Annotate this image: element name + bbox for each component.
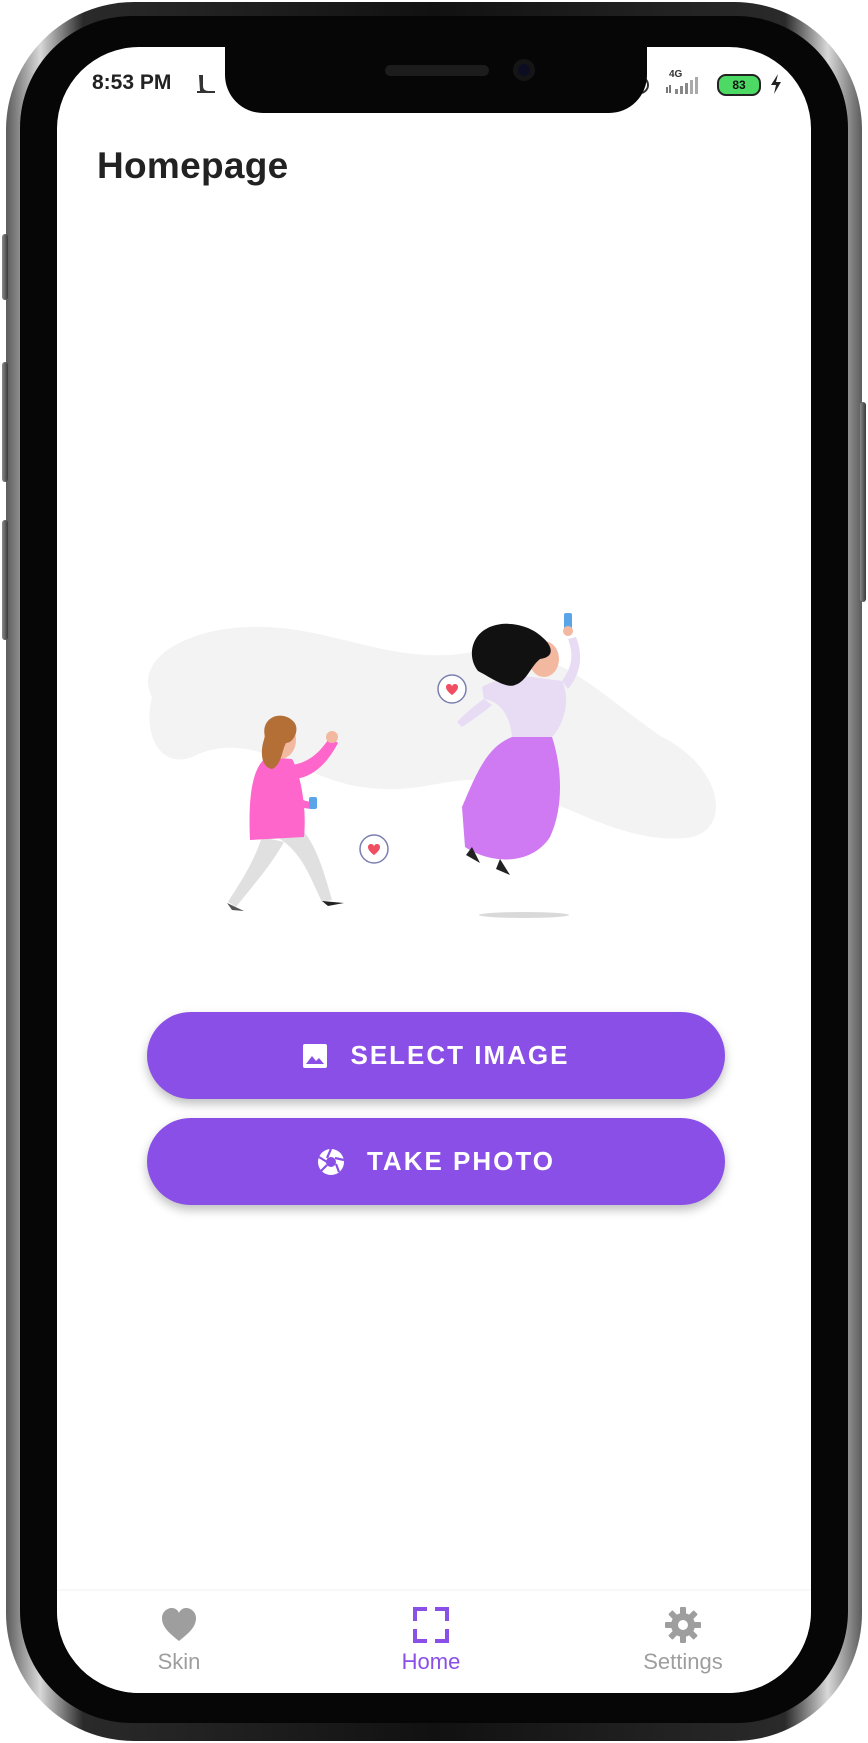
take-photo-button[interactable]: TAKE PHOTO	[147, 1118, 725, 1205]
speaker-grille	[385, 65, 489, 76]
nav-label-settings: Settings	[643, 1649, 723, 1674]
charging-icon	[771, 74, 781, 94]
scan-frame-icon	[413, 1607, 449, 1643]
phone-frame: 8:53 PM 4G 83 Homepage SELECT IMAGE TAKE…	[0, 0, 868, 1743]
page-title: Homepage	[97, 145, 289, 186]
select-image-button[interactable]: SELECT IMAGE	[147, 1012, 725, 1099]
nav-item-skin[interactable]: Skin	[89, 1591, 269, 1693]
nav-label-home: Home	[401, 1649, 461, 1674]
volume-down-button	[2, 362, 8, 482]
image-icon	[303, 1043, 328, 1068]
front-camera	[513, 59, 535, 81]
heart-bubble-right	[437, 674, 467, 704]
camera-notch	[225, 47, 647, 113]
notification-icon	[197, 75, 215, 93]
select-image-label: SELECT IMAGE	[350, 1040, 570, 1070]
camera-shutter-icon	[317, 1148, 345, 1175]
power-button	[860, 402, 866, 602]
nav-label-skin: Skin	[157, 1649, 201, 1674]
battery-indicator: 83	[717, 74, 761, 96]
bottom-navigation: Skin Home Settings	[57, 1591, 811, 1693]
take-photo-label: TAKE PHOTO	[366, 1146, 556, 1176]
ground-shadow	[479, 912, 569, 918]
gear-icon	[665, 1607, 701, 1643]
mute-switch	[2, 520, 8, 640]
nav-item-home[interactable]: Home	[341, 1591, 521, 1693]
screen: 8:53 PM 4G 83 Homepage SELECT IMAGE TAKE…	[57, 47, 811, 1693]
signal-icon	[666, 77, 698, 94]
heart-bubble-left	[359, 834, 389, 864]
hero-illustration	[148, 613, 716, 918]
heart-icon	[162, 1608, 196, 1641]
background-blob	[148, 626, 716, 839]
nav-item-settings[interactable]: Settings	[593, 1591, 773, 1693]
volume-up-button	[2, 234, 8, 300]
status-time: 8:53 PM	[92, 71, 172, 94]
